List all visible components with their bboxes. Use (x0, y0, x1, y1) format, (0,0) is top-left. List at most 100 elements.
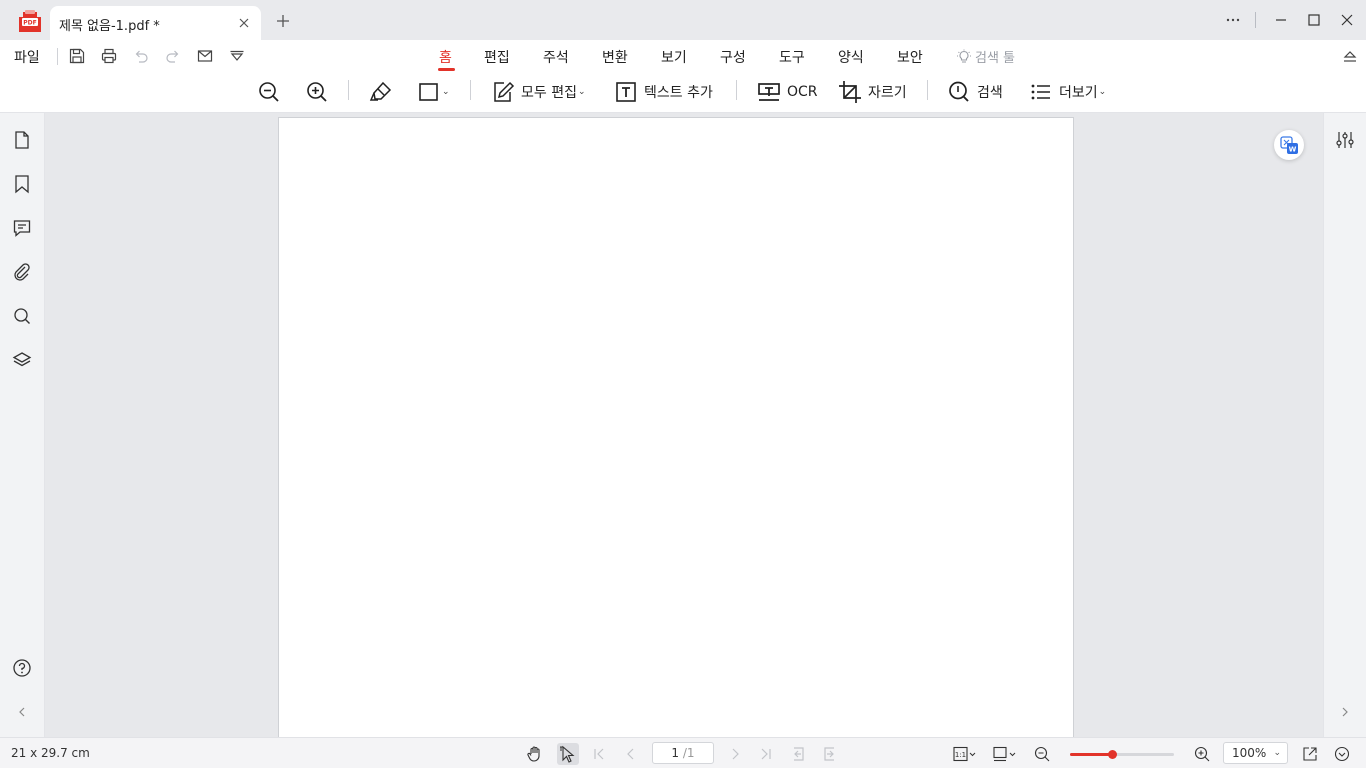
tab-tools[interactable]: 도구 (779, 47, 805, 67)
save-icon[interactable] (68, 47, 86, 65)
toolbar-divider (348, 80, 349, 100)
previous-page-icon[interactable] (622, 745, 640, 763)
previous-view-icon[interactable] (789, 745, 807, 763)
page-number-field[interactable]: 1 /1 (652, 742, 714, 764)
zoom-slider-thumb[interactable] (1107, 750, 1117, 759)
highlight-button[interactable] (369, 79, 393, 105)
left-sidebar (0, 113, 45, 737)
new-tab-icon[interactable] (276, 14, 290, 28)
minimize-icon[interactable] (1275, 14, 1287, 26)
tab-home[interactable]: 홈 (439, 47, 452, 67)
close-tab-icon[interactable] (238, 17, 250, 29)
crop-icon (839, 81, 861, 103)
zoom-out-icon (259, 82, 279, 102)
chevron-down-icon: ⌄ (442, 87, 450, 97)
tab-convert[interactable]: 변환 (602, 47, 628, 67)
zoom-slider[interactable] (1070, 750, 1174, 759)
collapse-left-panel-icon[interactable] (12, 702, 32, 722)
chevron-down-icon: ⌄ (577, 87, 586, 97)
zoom-in-icon[interactable] (1193, 745, 1211, 763)
pdf-app-logo: PDF (19, 10, 41, 32)
document-tab-title: 제목 없음-1.pdf * (59, 19, 160, 34)
zoom-in-icon (307, 82, 327, 102)
current-page: 1 (671, 746, 680, 760)
active-tab-indicator (438, 68, 455, 71)
redo-icon[interactable] (164, 47, 182, 65)
layers-icon[interactable] (12, 350, 32, 370)
file-menu[interactable]: 파일 (14, 47, 40, 67)
tab-form[interactable]: 양식 (838, 47, 864, 67)
add-text-label: 텍스트 추가 (644, 85, 713, 101)
maximize-icon[interactable] (1308, 14, 1320, 26)
list-icon (1031, 84, 1050, 100)
crop-button[interactable]: 자르기 (838, 79, 907, 105)
highlighter-icon (369, 81, 392, 101)
ocr-button[interactable]: OCR (757, 79, 818, 105)
select-tool-icon[interactable] (557, 743, 579, 765)
page-thumbnails-icon[interactable] (12, 130, 32, 150)
menu-bar: 파일 홈 편집 주석 변환 보기 구성 도구 양식 보안 검색 툴 (0, 40, 1366, 73)
rectangle-shape-icon (419, 83, 438, 101)
search-icon (949, 81, 969, 102)
lightbulb-icon (957, 49, 971, 63)
text-box-icon (616, 82, 636, 102)
page-size-label: 21 x 29.7 cm (11, 746, 90, 760)
zoom-level-select[interactable]: 100% ⌄ (1223, 742, 1288, 764)
last-page-icon[interactable] (757, 745, 775, 763)
svg-text:PDF: PDF (23, 20, 36, 27)
translate-button[interactable]: W (1274, 130, 1304, 160)
right-sidebar (1323, 113, 1366, 737)
add-text-button[interactable]: 텍스트 추가 (614, 79, 713, 105)
edit-all-button[interactable]: 모두 편집 ⌄ (491, 79, 586, 105)
collapse-ribbon-icon[interactable] (1342, 49, 1358, 63)
expand-right-panel-icon[interactable] (1335, 702, 1355, 722)
help-icon[interactable] (12, 658, 32, 678)
bookmark-icon[interactable] (12, 174, 32, 194)
open-external-icon[interactable] (1301, 745, 1319, 763)
more-button[interactable]: 더보기 ⌄ (1029, 79, 1106, 105)
toolbar-divider (470, 80, 471, 100)
document-tab[interactable]: 제목 없음-1.pdf * (50, 6, 261, 40)
print-icon[interactable] (100, 47, 118, 65)
page-display-icon[interactable] (992, 745, 1018, 763)
undo-icon[interactable] (132, 47, 150, 65)
actual-size-icon[interactable]: 1:1 (952, 745, 978, 763)
svg-text:W: W (1289, 146, 1297, 154)
edit-all-label: 모두 편집 (521, 85, 577, 101)
settings-sliders-icon[interactable] (1335, 130, 1355, 150)
customize-quick-access-icon[interactable] (228, 47, 246, 65)
hand-tool-icon[interactable] (526, 745, 544, 763)
next-page-icon[interactable] (726, 745, 744, 763)
zoom-out-icon[interactable] (1033, 745, 1051, 763)
document-canvas[interactable]: W (45, 113, 1323, 757)
window-controls-divider (1255, 12, 1256, 28)
zoom-slider-fill (1070, 753, 1112, 756)
pdf-page[interactable] (278, 117, 1074, 757)
chevron-down-icon: ⌄ (1098, 87, 1107, 97)
search-icon[interactable] (12, 306, 32, 326)
more-label: 더보기 (1059, 85, 1098, 101)
svg-text:1:1: 1:1 (955, 751, 966, 759)
tab-view[interactable]: 보기 (661, 47, 687, 67)
edit-document-icon (494, 81, 515, 102)
close-window-icon[interactable] (1341, 14, 1353, 26)
collapse-status-icon[interactable] (1333, 745, 1351, 763)
ocr-icon (758, 83, 780, 101)
attachment-icon[interactable] (12, 262, 32, 282)
tab-edit[interactable]: 편집 (484, 47, 510, 67)
zoom-in-button[interactable] (305, 79, 329, 105)
email-icon[interactable] (196, 47, 214, 65)
first-page-icon[interactable] (590, 745, 608, 763)
tab-comment[interactable]: 주석 (543, 47, 569, 67)
more-options-icon[interactable] (1225, 13, 1241, 27)
zoom-out-button[interactable] (257, 79, 281, 105)
search-button[interactable]: 검색 (947, 79, 1003, 105)
next-view-icon[interactable] (821, 745, 839, 763)
search-tool-button[interactable]: 검색 툴 (956, 47, 1015, 66)
title-bar: PDF 제목 없음-1.pdf * (0, 0, 1366, 40)
comment-icon[interactable] (12, 218, 32, 238)
search-tool-label: 검색 툴 (975, 51, 1016, 66)
shape-button[interactable]: ⌄ (417, 79, 450, 105)
tab-organize[interactable]: 구성 (720, 47, 746, 67)
tab-protect[interactable]: 보안 (897, 47, 923, 67)
